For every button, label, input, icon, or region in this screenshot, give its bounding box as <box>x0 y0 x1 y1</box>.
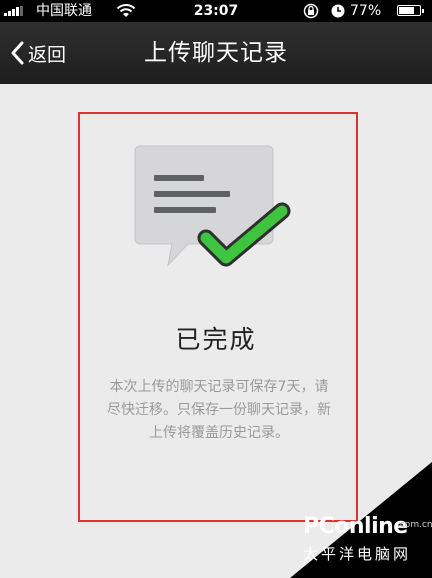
watermark-corner-shape <box>290 462 432 578</box>
watermark-brand: PConline <box>303 514 408 539</box>
watermark-logo: PConline .com.cn 太平洋电脑网 <box>303 514 432 574</box>
watermark-cn-name: 太平洋电脑网 <box>303 545 412 563</box>
watermark-domain: .com.cn <box>397 520 432 530</box>
